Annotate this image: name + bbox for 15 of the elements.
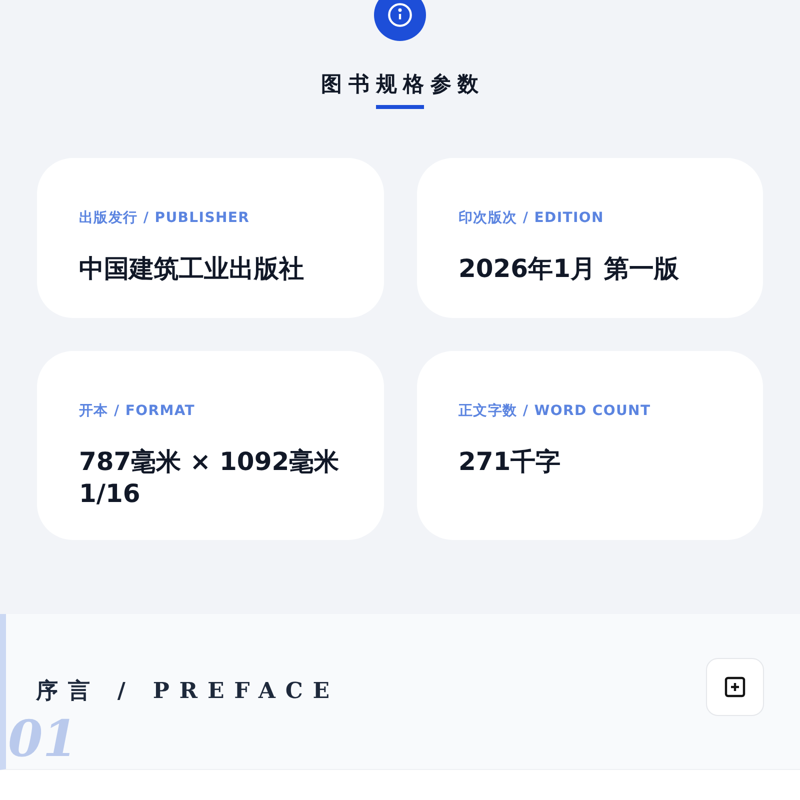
expand-icon — [723, 675, 747, 699]
spec-label: 正文字数 / WORD COUNT — [458, 402, 652, 420]
info-icon — [374, 0, 426, 41]
spec-value: 787毫米 × 1092毫米 1/16 — [79, 446, 340, 510]
section-number: 01 — [8, 714, 78, 764]
spec-value: 271千字 — [458, 446, 562, 478]
spec-value: 中国建筑工业出版社 — [79, 252, 305, 284]
section-title: 图书规格参数 — [320, 71, 486, 98]
spec-label: 出版发行 / PUBLISHER — [79, 208, 251, 228]
spec-value: 2026年1月 第一版 — [458, 252, 680, 284]
expand-button[interactable] — [706, 658, 764, 716]
spec-label: 开本 / FORMAT — [79, 402, 196, 420]
title-underline — [376, 104, 424, 108]
spec-label: 印次版次 / EDITION — [458, 208, 605, 228]
preface-title: 序言 / PREFACE — [36, 676, 340, 706]
